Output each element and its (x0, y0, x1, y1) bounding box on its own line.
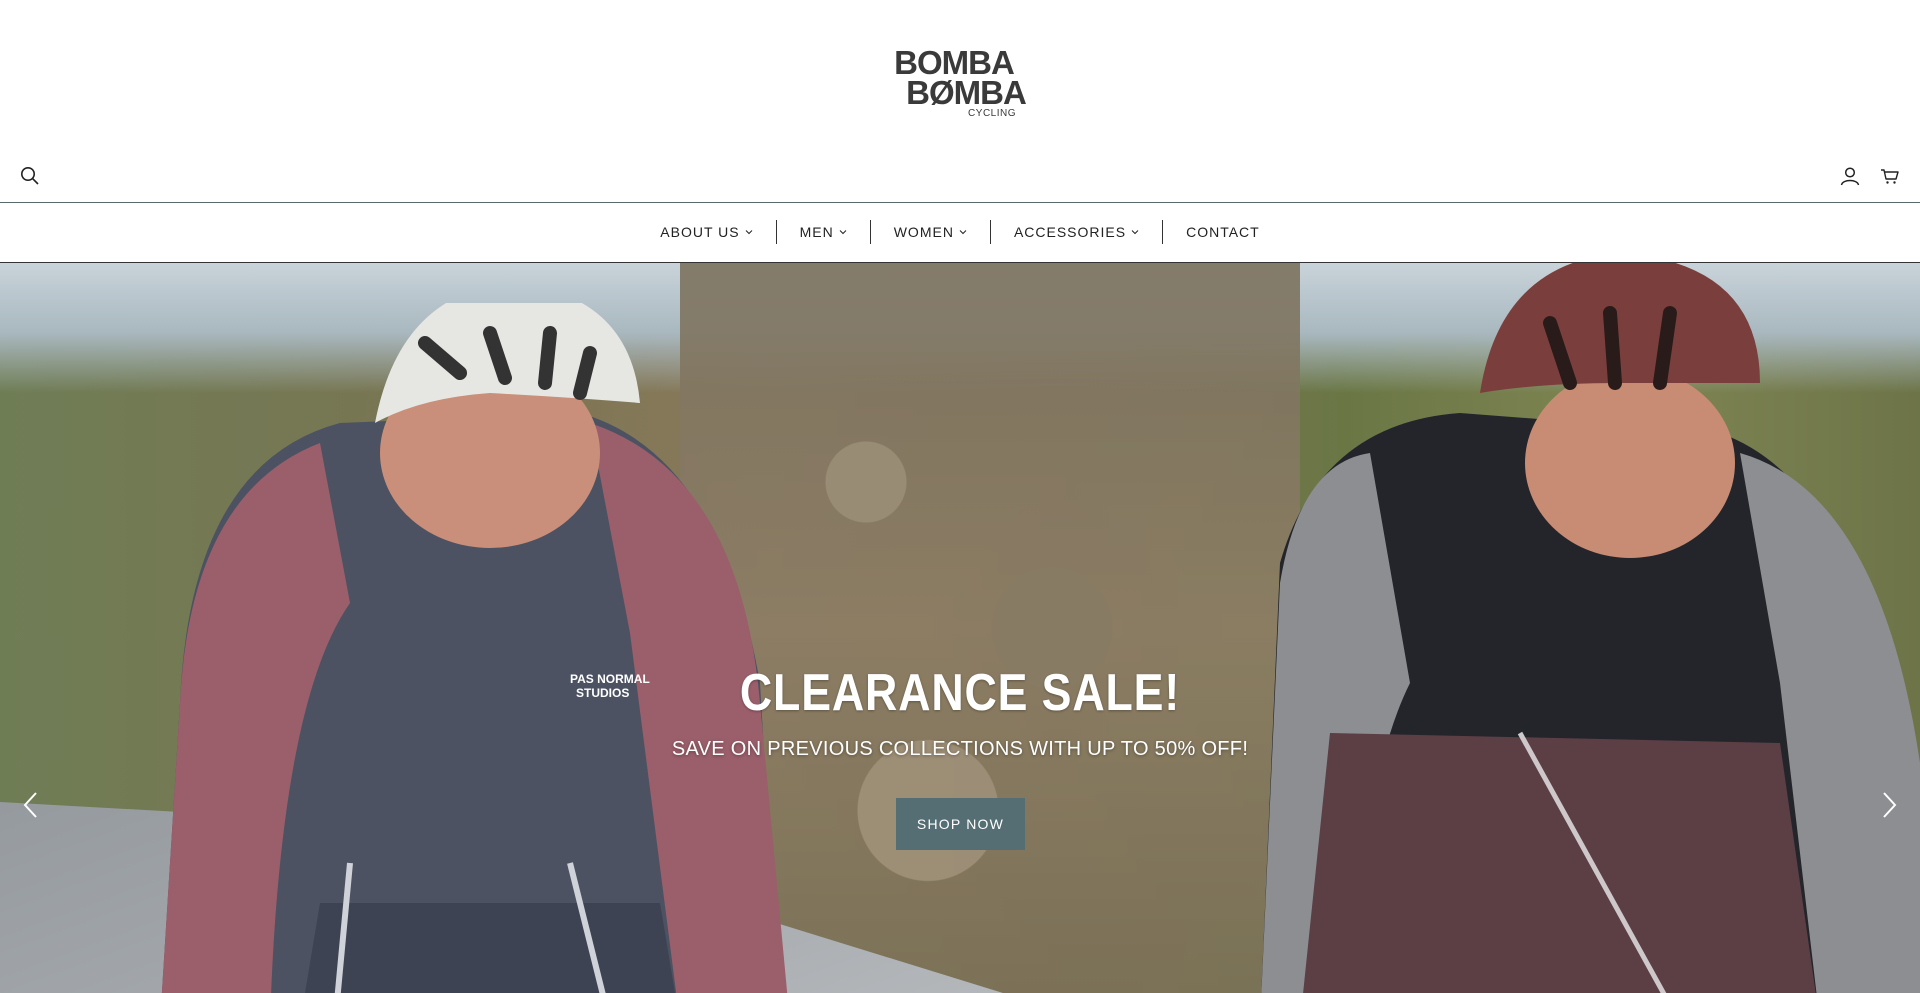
cart-button[interactable] (1876, 162, 1904, 190)
brand-logo[interactable]: BOMBA BØMBA CYCLING (890, 46, 1030, 122)
nav-item-contact[interactable]: CONTACT (1163, 220, 1283, 244)
rider-right-image (1261, 263, 1920, 993)
nav-item-men[interactable]: MEN (777, 220, 870, 244)
rider-left-image: PAS NORMAL STUDIOS (161, 303, 788, 993)
chevron-right-icon (1883, 792, 1897, 818)
shop-now-button[interactable]: SHOP NOW (896, 798, 1025, 850)
slideshow-prev-button[interactable] (16, 790, 46, 820)
cart-icon (1881, 169, 1899, 184)
chevron-down-icon (959, 230, 967, 235)
nav-item-accessories[interactable]: ACCESSORIES (991, 220, 1162, 244)
user-icon (1840, 167, 1860, 186)
search-icon (21, 167, 39, 185)
nav-item-women[interactable]: WOMEN (871, 220, 990, 244)
chevron-down-icon (745, 230, 752, 235)
nav-label: ACCESSORIES (1013, 224, 1127, 240)
nav-item-about-us[interactable]: ABOUT US (637, 220, 775, 244)
chevron-left-icon (23, 792, 37, 818)
account-button[interactable] (1836, 162, 1864, 190)
nav-label: MEN (799, 224, 834, 240)
nav-label: CONTACT (1186, 224, 1260, 240)
nav-label: ABOUT US (660, 224, 740, 240)
slideshow-next-button[interactable] (1874, 790, 1904, 820)
search-button[interactable] (16, 162, 44, 190)
chevron-down-icon (839, 230, 847, 235)
logo-line-2: BØMBA (906, 74, 1027, 111)
hero-subtitle: SAVE ON PREVIOUS COLLECTIONS WITH UP TO … (671, 738, 1249, 760)
site-header: BOMBA BØMBA CYCLING (0, 0, 1920, 204)
hero-slideshow: PAS NORMAL STUDIOS CLEARANCE SALE! SAVE … (0, 263, 1920, 993)
nav-label: WOMEN (893, 224, 954, 240)
main-nav: ABOUT US MEN WOMEN ACCESSORIES CONTACT (0, 203, 1920, 261)
hero-title: CLEARANCE SALE! (739, 664, 1181, 722)
chevron-down-icon (1131, 230, 1139, 235)
